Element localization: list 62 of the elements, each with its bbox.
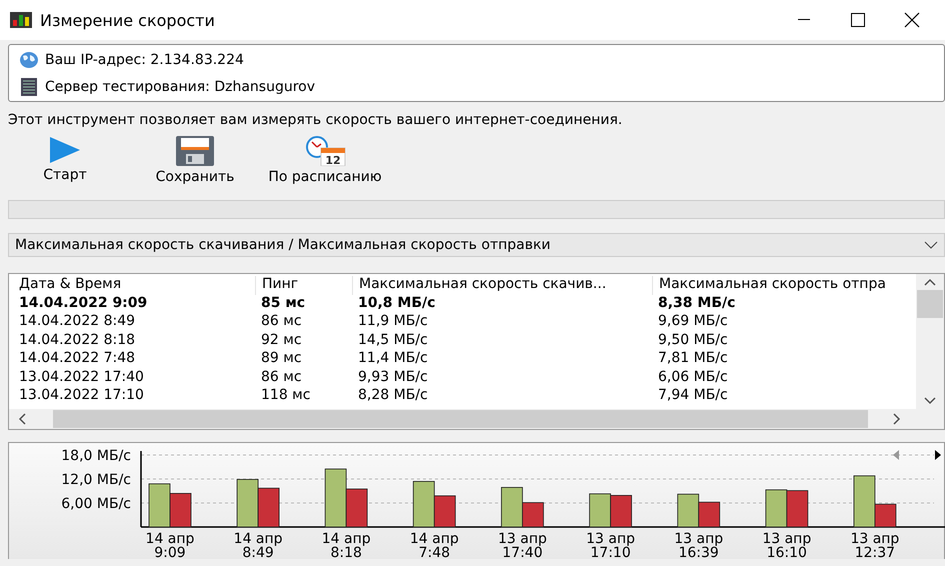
table-cell-text: 13.04.2022 17:10 xyxy=(18,387,145,405)
maximize-icon[interactable] xyxy=(851,13,865,27)
horizontal-scrollbar[interactable] xyxy=(9,409,944,429)
schedule-button[interactable]: 12 По расписанию xyxy=(260,136,390,188)
play-button[interactable]: Старт xyxy=(0,136,130,188)
table-cell-text: 8,38 МБ/с xyxy=(657,294,736,312)
view-dropdown[interactable]: Максимальная скорость скачивания / Максимальная скорость отправки xyxy=(8,233,945,257)
chevron-down-icon xyxy=(924,241,938,249)
axis-label: 6,00 МБ/с xyxy=(61,496,131,512)
scrollbar-thumb[interactable] xyxy=(917,290,943,318)
table-cell-text: 11,9 МБ/с xyxy=(357,313,429,331)
info-text: Сервер тестирования: Dzhansugurov xyxy=(45,78,315,94)
table-cell-text: 11,4 МБ/с xyxy=(357,350,429,368)
table-cell-text: 85 мс xyxy=(260,294,306,312)
table-cell-text: 10,8 МБ/с xyxy=(357,294,436,312)
axis-label: 13 апр 16:10 xyxy=(762,531,812,559)
globe-icon xyxy=(19,50,39,68)
axis-label: 14 апр 8:18 xyxy=(322,531,371,559)
description-text: Этот инструмент позволяет вам измерять скорость вашего интернет-соединения. xyxy=(8,112,624,128)
table-cell-text: 13.04.2022 17:40 xyxy=(18,368,145,386)
play-icon xyxy=(48,136,82,164)
table-cell-text: 7,94 МБ/с xyxy=(657,387,729,405)
save-button[interactable]: Сохранить xyxy=(130,136,260,188)
axis-label: 18,0 МБ/с xyxy=(61,448,131,464)
info-text: Ваш IP-адрес: 2.134.83.224 xyxy=(45,52,244,68)
axis-label: 14 апр 7:48 xyxy=(410,531,459,559)
scroll-right-icon[interactable] xyxy=(935,450,941,460)
window-title: Измерение скорости xyxy=(40,10,216,30)
axis-label: 13 апр 16:39 xyxy=(674,531,724,559)
table-cell-text: 14.04.2022 9:09 xyxy=(18,294,148,312)
table-cell-text: 9,50 МБ/с xyxy=(657,332,729,350)
close-icon[interactable] xyxy=(904,12,920,28)
column-header[interactable]: Максимальная скорость скачив... xyxy=(352,276,652,294)
column-header[interactable]: Пинг xyxy=(255,276,352,294)
minimize-icon[interactable] xyxy=(798,19,810,21)
table-cell-text: 14,5 МБ/с xyxy=(357,332,429,350)
axis-label: 13 апр 17:10 xyxy=(586,531,635,559)
axis-label: 12,0 МБ/с xyxy=(61,472,131,488)
app-icon xyxy=(10,12,32,28)
table-cell-text: 14.04.2022 7:48 xyxy=(18,350,136,368)
table-cell-text: 86 мс xyxy=(260,313,303,331)
scrollbar-thumb[interactable] xyxy=(53,410,868,428)
table-cell-text: 6,06 МБ/с xyxy=(657,368,729,386)
table-cell-text: 8,28 МБ/с xyxy=(357,387,429,405)
vertical-scrollbar[interactable] xyxy=(916,274,944,409)
table-cell-text: 9,93 МБ/с xyxy=(357,368,429,386)
column-header[interactable]: Дата & Время xyxy=(17,276,255,294)
table-cell-text: 7,81 МБ/с xyxy=(657,350,729,368)
table-cell-text: 86 мс xyxy=(260,368,303,386)
axis-label: 13 апр 17:40 xyxy=(498,531,547,559)
server-icon xyxy=(19,76,39,96)
table-cell-text: 92 мс xyxy=(260,332,303,350)
axis-label: 14 апр 8:49 xyxy=(234,531,283,559)
axis-label: 13 апр 12:37 xyxy=(850,531,900,559)
table-cell-text: 118 мс xyxy=(260,387,312,405)
column-header[interactable]: Максимальная скорость отпра xyxy=(652,276,912,294)
table-cell-text: 89 мс xyxy=(260,350,303,368)
table-cell-text: 14.04.2022 8:49 xyxy=(18,313,136,331)
scroll-left-icon[interactable] xyxy=(893,450,899,460)
table-cell-text: 14.04.2022 8:18 xyxy=(18,332,136,350)
axis-label: 14 апр 9:09 xyxy=(146,531,194,559)
table-cell-text: 9,69 МБ/с xyxy=(657,313,729,331)
